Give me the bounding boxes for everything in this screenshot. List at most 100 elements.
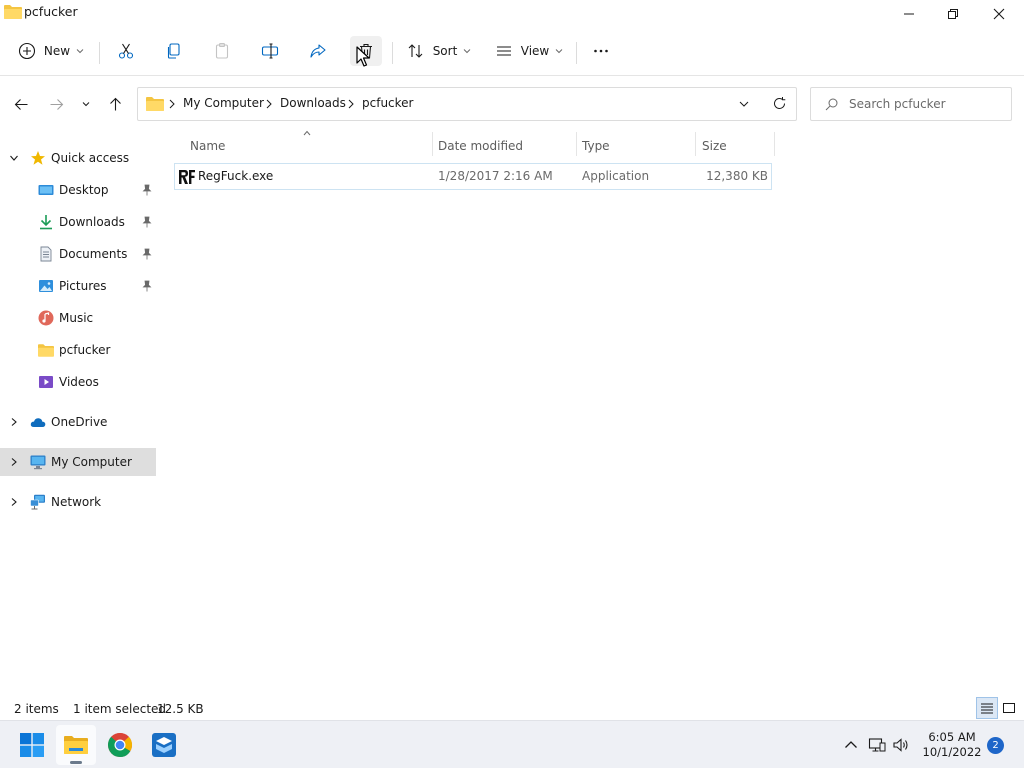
- nav-item-label: Downloads: [59, 215, 125, 229]
- network-icon: [30, 494, 45, 510]
- nav-item-videos[interactable]: Videos: [0, 368, 156, 396]
- computer-icon: [30, 455, 46, 470]
- network-status-icon[interactable]: [868, 736, 886, 754]
- taskbar-sandbox-app[interactable]: [144, 725, 184, 765]
- mouse-cursor-icon: [356, 46, 370, 67]
- plus-circle-icon: [18, 42, 35, 60]
- status-item-count: 2 items: [14, 702, 59, 716]
- file-row[interactable]: RegFuck.exe 1/28/2017 2:16 AM Applicatio…: [174, 163, 772, 190]
- nav-item-label: Documents: [59, 247, 128, 261]
- breadcrumb-downloads[interactable]: Downloads: [280, 96, 346, 110]
- more-options-button[interactable]: [586, 36, 616, 66]
- nav-item-documents[interactable]: Documents: [0, 240, 156, 268]
- status-bar: 2 items 1 item selected 12.5 KB: [0, 698, 1024, 720]
- chevron-right-icon[interactable]: [9, 457, 19, 467]
- sort-icon: [408, 44, 423, 58]
- nav-item-desktop[interactable]: Desktop: [0, 176, 156, 204]
- details-view-button[interactable]: [976, 697, 998, 719]
- pin-icon[interactable]: [141, 184, 153, 196]
- nav-item-label: Videos: [59, 375, 99, 389]
- minimize-button[interactable]: [886, 0, 932, 28]
- taskbar-chrome[interactable]: [100, 725, 140, 765]
- status-selection-size: 12.5 KB: [157, 702, 204, 716]
- windows-logo-icon: [20, 733, 44, 757]
- column-header-name[interactable]: Name: [190, 136, 225, 156]
- nav-onedrive-label: OneDrive: [51, 415, 108, 429]
- forward-button[interactable]: [44, 92, 68, 116]
- pin-icon[interactable]: [141, 280, 153, 292]
- column-divider[interactable]: [695, 132, 696, 156]
- desktop-icon: [38, 185, 54, 195]
- rename-icon: [261, 43, 279, 59]
- breadcrumb-my-computer[interactable]: My Computer: [183, 96, 264, 110]
- column-divider[interactable]: [576, 132, 577, 156]
- new-button[interactable]: New: [14, 36, 88, 66]
- nav-item-label: Desktop: [59, 183, 109, 197]
- large-icons-view-button[interactable]: [998, 697, 1020, 719]
- nav-item-label: pcfucker: [59, 343, 111, 357]
- column-divider[interactable]: [432, 132, 433, 156]
- clipboard-icon: [215, 42, 229, 59]
- back-button[interactable]: [9, 92, 33, 116]
- paste-button[interactable]: [206, 36, 238, 66]
- nav-item-downloads[interactable]: Downloads: [0, 208, 156, 236]
- chevron-right-icon[interactable]: [9, 417, 19, 427]
- cut-button[interactable]: [110, 36, 142, 66]
- documents-icon: [40, 246, 52, 262]
- file-explorer-icon: [64, 736, 88, 754]
- close-icon: [993, 8, 1005, 20]
- breadcrumb-pcfucker[interactable]: pcfucker: [362, 96, 413, 110]
- chevron-right-icon: [266, 99, 272, 109]
- nav-item-pcfucker[interactable]: pcfucker: [0, 336, 156, 364]
- up-button[interactable]: [103, 92, 127, 116]
- search-icon: [825, 98, 838, 111]
- chrome-icon: [107, 732, 133, 758]
- notification-badge[interactable]: 2: [987, 737, 1004, 754]
- command-bar: New Sort View: [0, 28, 1024, 76]
- pin-icon[interactable]: [141, 248, 153, 260]
- pin-icon[interactable]: [141, 216, 153, 228]
- file-size: 12,380 KB: [706, 169, 768, 183]
- chevron-down-icon[interactable]: [738, 98, 750, 110]
- star-icon: [31, 151, 45, 165]
- title-bar: pcfucker: [0, 0, 1024, 28]
- nav-item-pictures[interactable]: Pictures: [0, 272, 156, 300]
- view-button[interactable]: View: [490, 36, 568, 66]
- share-button[interactable]: [302, 36, 334, 66]
- refresh-icon[interactable]: [772, 96, 787, 111]
- maximize-button[interactable]: [930, 0, 976, 28]
- chevron-right-icon[interactable]: [9, 497, 19, 507]
- nav-my-computer[interactable]: My Computer: [0, 448, 156, 476]
- sort-button[interactable]: Sort: [402, 36, 476, 66]
- column-divider[interactable]: [774, 132, 775, 156]
- taskbar-file-explorer[interactable]: [56, 725, 96, 765]
- pictures-icon: [39, 280, 53, 292]
- nav-item-label: Music: [59, 311, 94, 325]
- rename-button[interactable]: [254, 36, 286, 66]
- system-clock[interactable]: 6:05 AM 10/1/2022: [912, 730, 992, 760]
- start-button[interactable]: [12, 725, 52, 765]
- nav-item-music[interactable]: Music: [0, 304, 156, 332]
- application-icon: [178, 168, 196, 186]
- nav-network[interactable]: Network: [0, 488, 156, 516]
- nav-quick-access[interactable]: Quick access: [0, 144, 156, 172]
- nav-item-label: Pictures: [59, 279, 107, 293]
- nav-onedrive[interactable]: OneDrive: [0, 408, 156, 436]
- column-header-type[interactable]: Type: [582, 136, 610, 156]
- volume-icon[interactable]: [892, 736, 910, 754]
- sort-ascending-icon: [303, 130, 311, 136]
- column-header-size[interactable]: Size: [702, 136, 727, 156]
- file-type: Application: [582, 169, 650, 183]
- navigation-pane: Quick access Desktop Downloads Documents…: [0, 134, 160, 690]
- toolbar-divider: [99, 42, 100, 64]
- chevron-up-icon[interactable]: [842, 736, 860, 754]
- search-box: [810, 87, 1012, 121]
- address-bar[interactable]: My Computer Downloads pcfucker: [137, 87, 797, 121]
- chevron-down-icon: [555, 49, 563, 54]
- recent-locations-button[interactable]: [76, 92, 96, 116]
- column-header-date-modified[interactable]: Date modified: [438, 136, 523, 156]
- close-button[interactable]: [976, 0, 1022, 28]
- copy-button[interactable]: [158, 36, 190, 66]
- chevron-down-icon[interactable]: [9, 153, 19, 163]
- search-input[interactable]: [849, 95, 1007, 113]
